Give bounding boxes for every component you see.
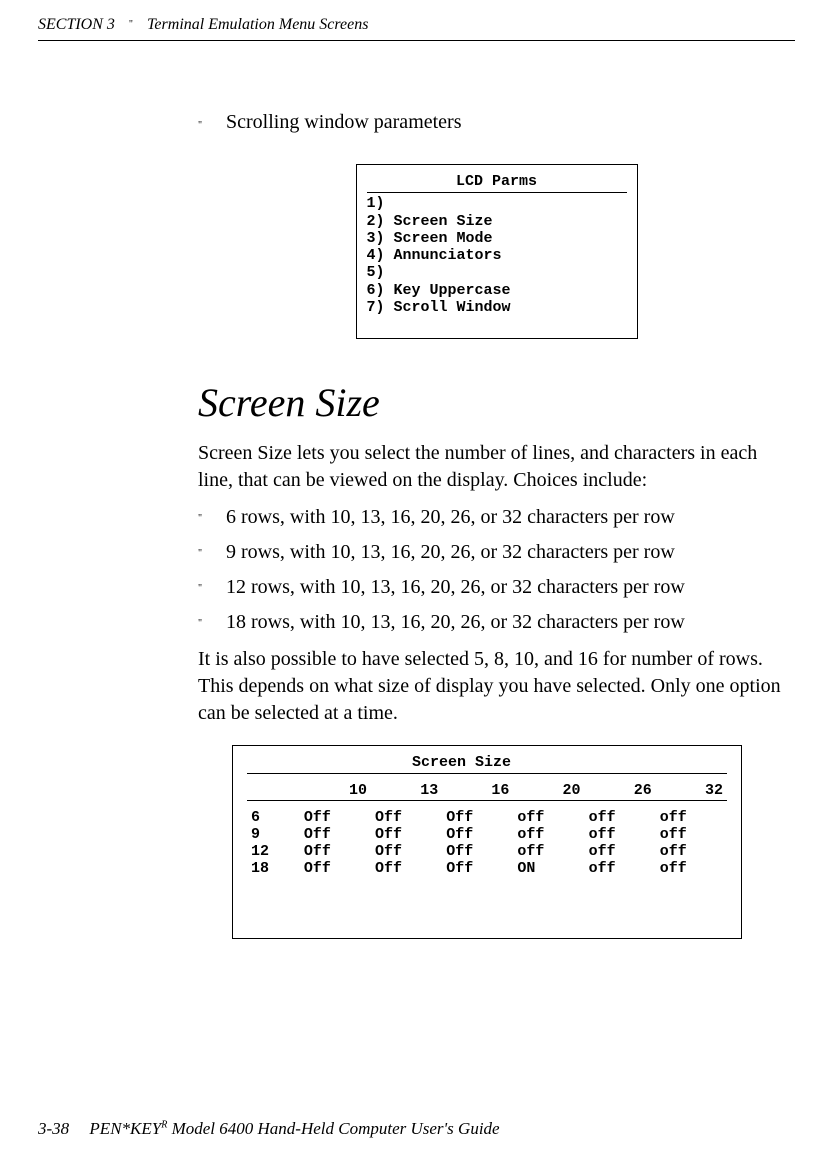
cell: Off [371,843,442,860]
screen-size-title: Screen Size [247,754,511,771]
row-label: 18 [247,860,300,877]
lcd-parms-line: 1) [367,195,627,212]
lcd-parms-line: 2) Screen Size [367,213,627,230]
col-header: 10 [300,782,371,800]
col-header: 13 [371,782,442,800]
lcd-parms-line: 4) Annunciators [367,247,627,264]
cell: off [513,843,584,860]
paragraph: It is also possible to have selected 5, … [198,646,795,727]
table-row: 6 Off Off Off off off off [247,809,727,826]
row-label: 12 [247,843,300,860]
section-title: Screen Size [198,379,795,426]
cell: Off [300,826,371,843]
cell: Off [300,860,371,877]
cell: Off [442,826,513,843]
lcd-parms-line: 7) Scroll Window [367,299,627,316]
paragraph: Screen Size lets you select the number o… [198,440,795,494]
header-bullet: " [129,19,133,30]
lcd-parms-line: 5) [367,264,627,281]
screen-size-box: Screen Size 10 13 16 20 26 32 6 Off Off [232,745,742,939]
lcd-parms-line: 6) Key Uppercase [367,282,627,299]
table-row: 9 Off Off Off off off off [247,826,727,843]
cell: Off [371,860,442,877]
cell: off [585,809,656,826]
cell: off [513,809,584,826]
page: SECTION 3 " Terminal Emulation Menu Scre… [0,0,833,1163]
intro-bullet-row: " Scrolling window parameters [198,111,795,134]
options-list: " 6 rows, with 10, 13, 16, 20, 26, or 32… [198,504,795,636]
bullet-marker: " [198,539,208,566]
cell: off [513,826,584,843]
cell: Off [442,809,513,826]
list-item: " 6 rows, with 10, 13, 16, 20, 26, or 32… [198,504,795,531]
cell: off [656,826,727,843]
running-title: Terminal Emulation Menu Screens [147,16,368,34]
running-header: SECTION 3 " Terminal Emulation Menu Scre… [38,16,795,41]
option-text: 9 rows, with 10, 13, 16, 20, 26, or 32 c… [226,539,675,566]
table-row: 18 Off Off Off ON off off [247,860,727,877]
bullet-marker: " [198,504,208,531]
table-header-row: 10 13 16 20 26 32 [247,782,727,800]
page-number: 3-38 [38,1119,69,1138]
lcd-parms-title: LCD Parms [367,173,627,193]
screen-size-title-row: Screen Size [247,754,727,774]
cell: off [656,843,727,860]
list-item: " 9 rows, with 10, 13, 16, 20, 26, or 32… [198,539,795,566]
bullet-marker: " [198,111,208,131]
lcd-parms-line: 3) Screen Mode [367,230,627,247]
intro-bullet-text: Scrolling window parameters [226,111,795,134]
lcd-parms-box: LCD Parms 1) 2) Screen Size 3) Screen Mo… [356,164,638,339]
section-label: SECTION 3 [38,16,115,34]
cell: off [585,860,656,877]
table-row: 12 Off Off Off off off off [247,843,727,860]
row-label: 9 [247,826,300,843]
row-label: 6 [247,809,300,826]
col-header: 26 [585,782,656,800]
option-text: 6 rows, with 10, 13, 16, 20, 26, or 32 c… [226,504,675,531]
option-text: 12 rows, with 10, 13, 16, 20, 26, or 32 … [226,574,685,601]
list-item: " 12 rows, with 10, 13, 16, 20, 26, or 3… [198,574,795,601]
cell: ON [513,860,584,877]
cell: Off [300,809,371,826]
content-column: " Scrolling window parameters LCD Parms … [198,41,795,939]
screen-size-table: 10 13 16 20 26 32 6 Off Off Off off off … [247,782,727,877]
cell: off [585,843,656,860]
cell: Off [442,860,513,877]
list-item: " 18 rows, with 10, 13, 16, 20, 26, or 3… [198,609,795,636]
cell: Off [442,843,513,860]
cell: Off [371,809,442,826]
col-header: 20 [513,782,584,800]
product-name-suffix: Model 6400 Hand-Held Computer User's Gui… [167,1119,499,1138]
cell: off [656,809,727,826]
page-footer: 3-38 PEN*KEYR Model 6400 Hand-Held Compu… [38,1119,500,1139]
cell: Off [300,843,371,860]
col-header: 16 [442,782,513,800]
product-name-prefix: PEN*KEY [89,1119,161,1138]
cell: off [656,860,727,877]
bullet-marker: " [198,609,208,636]
col-header: 32 [656,782,727,800]
bullet-marker: " [198,574,208,601]
cell: Off [371,826,442,843]
cell: off [585,826,656,843]
option-text: 18 rows, with 10, 13, 16, 20, 26, or 32 … [226,609,685,636]
